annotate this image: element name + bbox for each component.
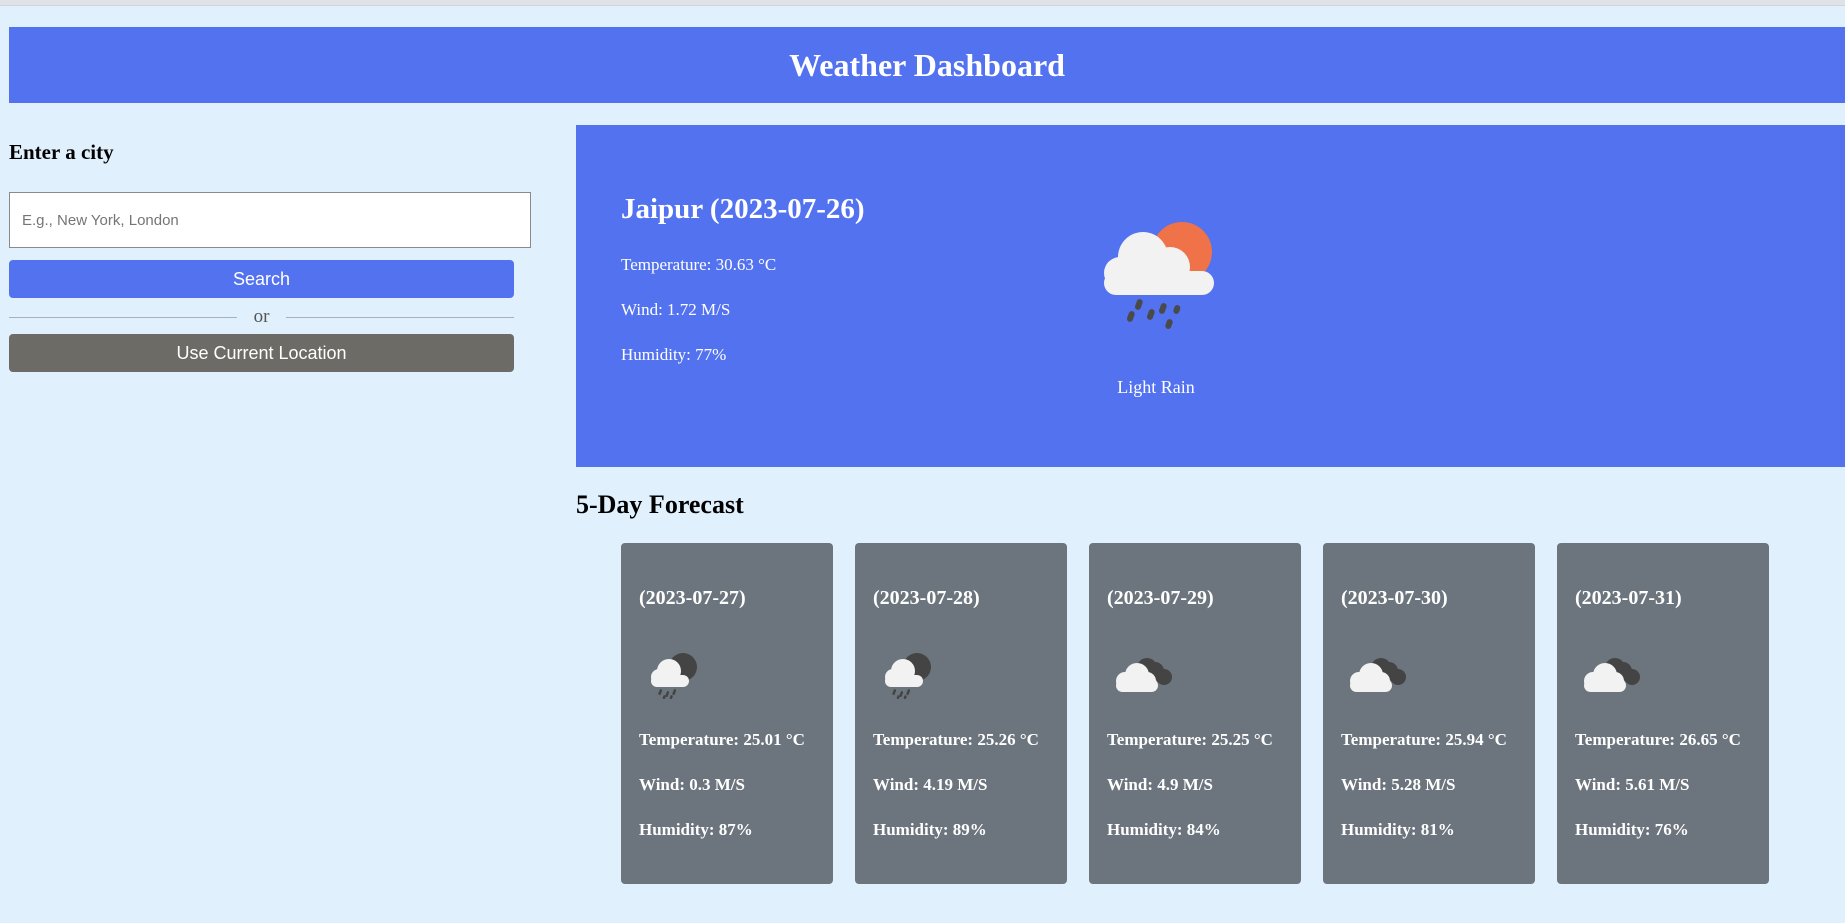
- forecast-humidity: Humidity: 89%: [873, 820, 987, 839]
- browser-top-strip: [0, 0, 1845, 6]
- forecast-humidity: Humidity: 87%: [639, 820, 753, 839]
- search-panel: Enter a city Search or Use Current Locat…: [9, 140, 533, 372]
- separator-line-left: [9, 316, 237, 318]
- forecast-wind: Wind: 5.28 M/S: [1341, 775, 1456, 794]
- forecast-humidity: Humidity: 81%: [1341, 820, 1455, 839]
- separator-text: or: [253, 306, 270, 327]
- overcast-clouds-icon: [1575, 649, 1645, 699]
- forecast-temperature: Temperature: 25.25 °C: [1107, 730, 1273, 749]
- rain-cloud-icon: [873, 649, 943, 700]
- city-input[interactable]: [9, 192, 531, 248]
- app-header: Weather Dashboard: [9, 27, 1845, 103]
- forecast-temperature: Temperature: 25.94 °C: [1341, 730, 1507, 749]
- forecast-humidity: Humidity: 76%: [1575, 820, 1689, 839]
- current-city-date: Jaipur (2023-07-26): [621, 193, 865, 225]
- app-title: Weather Dashboard: [789, 46, 1065, 83]
- current-weather-panel: Jaipur (2023-07-26) Temperature: 30.63 °…: [576, 125, 1845, 467]
- forecast-date: (2023-07-27): [639, 587, 746, 609]
- current-temperature: Temperature: 30.63 °C: [621, 255, 777, 274]
- or-separator: or: [9, 305, 515, 329]
- search-heading: Enter a city: [9, 140, 114, 164]
- use-current-location-button[interactable]: Use Current Location: [9, 334, 514, 372]
- forecast-card: (2023-07-31) Temperature: 26.65 °C Wind:…: [1557, 543, 1769, 884]
- current-humidity: Humidity: 77%: [621, 345, 727, 364]
- search-button[interactable]: Search: [9, 260, 514, 298]
- forecast-title: 5-Day Forecast: [576, 490, 744, 519]
- forecast-wind: Wind: 0.3 M/S: [639, 775, 745, 794]
- forecast-temperature: Temperature: 26.65 °C: [1575, 730, 1741, 749]
- forecast-card: (2023-07-30) Temperature: 25.94 °C Wind:…: [1323, 543, 1535, 884]
- forecast-date: (2023-07-29): [1107, 587, 1214, 609]
- forecast-wind: Wind: 4.9 M/S: [1107, 775, 1213, 794]
- forecast-humidity: Humidity: 84%: [1107, 820, 1221, 839]
- forecast-wind: Wind: 4.19 M/S: [873, 775, 988, 794]
- forecast-card: (2023-07-29) Temperature: 25.25 °C Wind:…: [1089, 543, 1301, 884]
- forecast-wind: Wind: 5.61 M/S: [1575, 775, 1690, 794]
- forecast-temperature: Temperature: 25.01 °C: [639, 730, 805, 749]
- forecast-date: (2023-07-31): [1575, 587, 1682, 609]
- separator-line-right: [286, 316, 515, 318]
- rain-cloud-icon: [639, 649, 709, 700]
- current-description: Light Rain: [1117, 377, 1195, 397]
- forecast-card: (2023-07-28) Temperature: 25.26 °C Wind:…: [855, 543, 1067, 884]
- forecast-date: (2023-07-30): [1341, 587, 1448, 609]
- current-wind: Wind: 1.72 M/S: [621, 300, 731, 319]
- light-rain-sun-icon: [1096, 219, 1218, 329]
- forecast-card: (2023-07-27) Temperature: 25.01 °C Wind:…: [621, 543, 833, 884]
- overcast-clouds-icon: [1107, 649, 1177, 699]
- forecast-date: (2023-07-28): [873, 587, 980, 609]
- forecast-temperature: Temperature: 25.26 °C: [873, 730, 1039, 749]
- overcast-clouds-icon: [1341, 649, 1411, 699]
